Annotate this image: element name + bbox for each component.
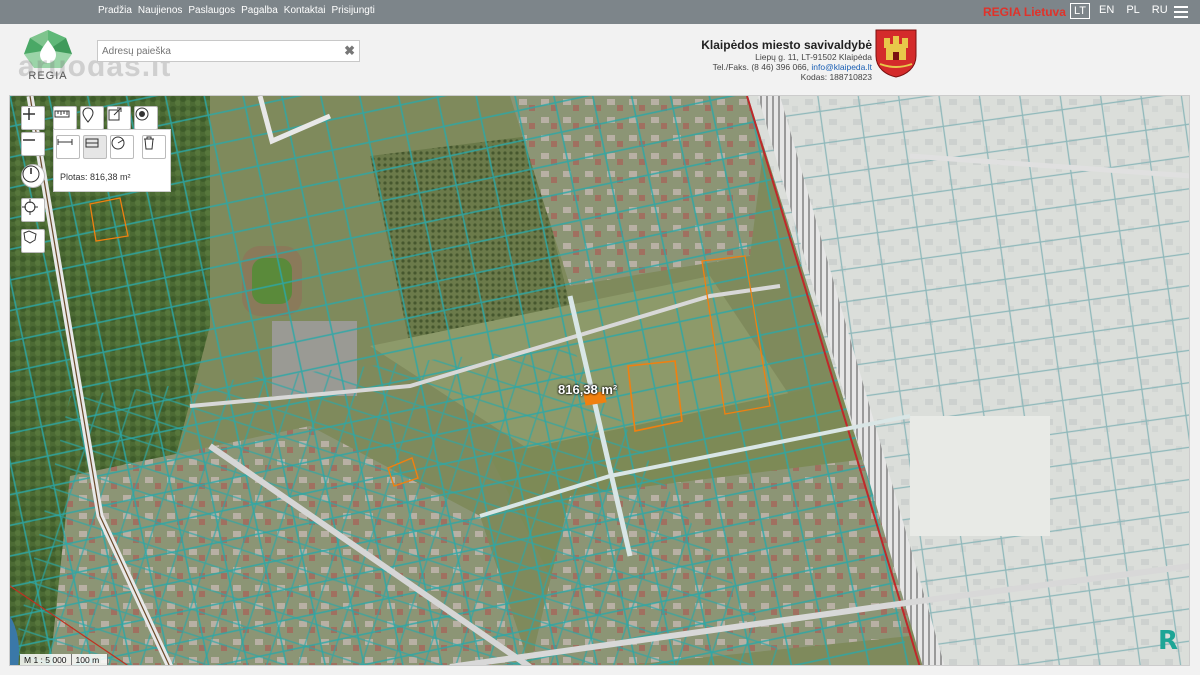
trash-icon (144, 136, 154, 150)
compass-button[interactable] (21, 164, 45, 188)
measure-area-icon (85, 138, 99, 148)
nav-paslaugos[interactable]: Paslaugos (188, 5, 235, 16)
locate-button[interactable] (21, 198, 45, 222)
measure-radius-icon (111, 136, 125, 150)
export-icon (108, 107, 122, 121)
locate-icon (22, 199, 38, 215)
lang-en[interactable]: EN (1096, 3, 1117, 19)
top-navigation: Pradžia Naujienos Paslaugos Pagalba Kont… (98, 5, 375, 16)
top-bar: Pradžia Naujienos Paslaugos Pagalba Kont… (0, 0, 1200, 24)
municipality-email[interactable]: info@klaipeda.lt (811, 62, 872, 72)
map-scale: M 1 : 5 000 100 m (20, 654, 108, 665)
search-input[interactable] (98, 41, 333, 62)
municipality-address: Liepų g. 11, LT-91502 Klaipėda (755, 52, 872, 62)
ruler-icon (54, 110, 70, 118)
lang-lt[interactable]: LT (1070, 3, 1091, 19)
map-canvas[interactable] (10, 96, 1190, 666)
nav-pradzia[interactable]: Pradžia (98, 5, 132, 16)
corner-logo: R (1158, 626, 1179, 656)
address-search: ✖ (97, 40, 360, 62)
region-icon (23, 230, 37, 244)
target-icon (135, 107, 149, 121)
coat-of-arms-icon (875, 29, 917, 78)
region-button[interactable] (21, 229, 45, 253)
marker-button[interactable] (80, 106, 104, 130)
lang-pl[interactable]: PL (1123, 3, 1142, 19)
nav-prisijungti[interactable]: Prisijungti (332, 5, 375, 16)
ruler-button[interactable] (53, 106, 77, 130)
zoom-out-icon (23, 139, 35, 141)
map-view[interactable]: Plotas: 816,38 m² 816,38 m² M 1 : 5 000 … (9, 95, 1190, 666)
measure-line-icon (57, 139, 73, 145)
measure-area-button[interactable] (83, 135, 107, 159)
municipality-phone: Tel./Faks. (8 46) 396 066, (712, 62, 810, 72)
lang-ru[interactable]: RU (1149, 3, 1171, 19)
brand-label[interactable]: REGIA Lietuva (983, 5, 1066, 19)
scale-bar: 100 m (72, 654, 108, 665)
zoom-out-button[interactable] (21, 132, 45, 156)
zoom-in-button[interactable] (21, 106, 45, 130)
municipality-contacts: Tel./Faks. (8 46) 396 066, info@klaipeda… (660, 62, 872, 72)
scale-ratio: M 1 : 5 000 (20, 654, 72, 665)
measure-result: Plotas: 816,38 m² (60, 172, 131, 182)
nav-naujienos[interactable]: Naujienos (138, 5, 182, 16)
marker-icon (82, 107, 94, 123)
measure-line-button[interactable] (56, 135, 80, 159)
delete-button[interactable] (142, 135, 166, 159)
municipality-code: Kodas: 188710823 (800, 72, 872, 82)
menu-icon[interactable] (1174, 6, 1188, 21)
search-clear-icon[interactable]: ✖ (344, 43, 355, 59)
nav-pagalba[interactable]: Pagalba (241, 5, 278, 16)
measure-radius-button[interactable] (110, 135, 134, 159)
municipality-name: Klaipėdos miesto savivaldybė (701, 38, 872, 52)
zoom-in-icon (23, 108, 35, 120)
area-label: 816,38 m² (558, 382, 618, 397)
language-switcher: LT EN PL RU (1070, 3, 1171, 19)
compass-icon (22, 165, 40, 183)
target-button[interactable] (134, 106, 158, 130)
municipality-info: Klaipėdos miesto savivaldybė Liepų g. 11… (660, 38, 872, 82)
nav-kontaktai[interactable]: Kontaktai (284, 5, 326, 16)
header: REGIA aruodas.lt ✖ Klaipėdos miesto savi… (0, 24, 1200, 94)
export-button[interactable] (107, 106, 131, 130)
